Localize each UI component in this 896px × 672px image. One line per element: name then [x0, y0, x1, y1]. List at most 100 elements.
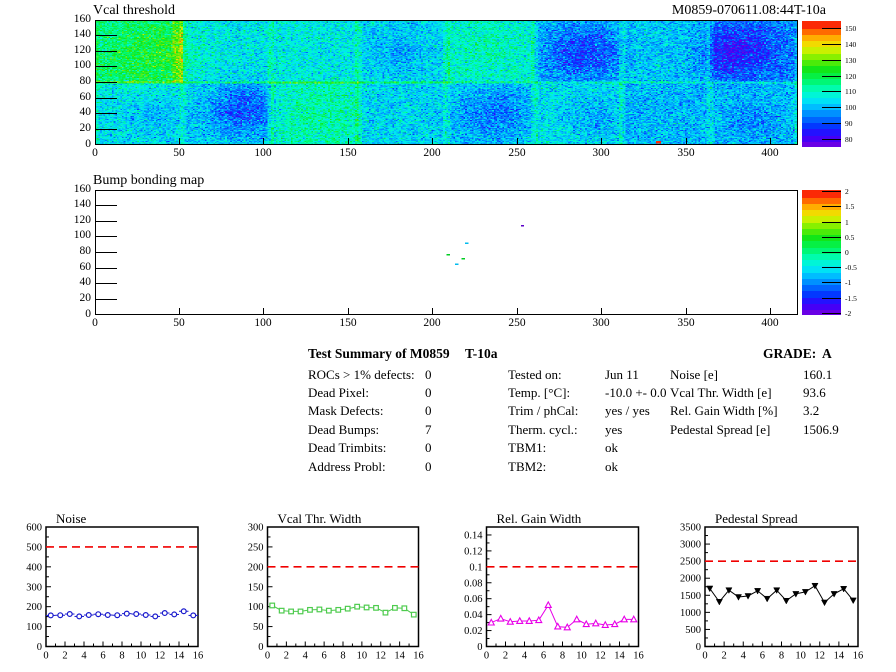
data-point [582, 619, 591, 628]
x-tick-label: 14 [174, 651, 185, 662]
data-point [601, 620, 610, 628]
x-tick-label: 4 [81, 651, 87, 662]
x-tick-label: 10 [576, 651, 587, 662]
data-point [620, 615, 629, 623]
x-tick-label: 14 [614, 651, 625, 662]
data-point [811, 582, 819, 590]
data-point [95, 611, 102, 618]
chart-rel-gain-width: Rel. Gain Width 0 0.02 0.04 0.06 0.08 0.1 0.12 0… [464, 511, 644, 662]
data-point [763, 595, 771, 603]
chart-vcal-thr-width: Vcal Thr. Width 0 50 100 150 200 250 300 0 2 4 6 8 10… [248, 511, 424, 662]
data-point [269, 602, 276, 609]
data-point [190, 612, 197, 619]
data-point [553, 622, 562, 630]
chart-frame [485, 526, 640, 648]
y-tick-label: 250 [248, 542, 264, 553]
data-point [506, 617, 515, 625]
y-tick-label: 1000 [680, 608, 701, 619]
y-tick-label: 500 [26, 542, 42, 553]
x-tick-label: 16 [413, 651, 424, 662]
x-tick-label: 12 [376, 651, 387, 662]
data-point [792, 591, 800, 598]
x-tick-label: 8 [340, 651, 345, 662]
x-tick-label: 14 [834, 651, 845, 662]
x-tick-label: 4 [303, 651, 309, 662]
y-tick-label: 0.02 [464, 626, 482, 637]
y-tick-label: 200 [26, 602, 42, 613]
data-point [515, 616, 524, 624]
data-point [382, 609, 389, 616]
data-point [57, 612, 64, 619]
data-point [410, 611, 417, 618]
x-tick-label: 2 [62, 651, 67, 662]
chart-title: Vcal Thr. Width [278, 511, 362, 526]
y-tick-label: 0.04 [464, 610, 483, 621]
data-point [629, 615, 638, 623]
y-tick-label: 150 [248, 582, 264, 593]
x-tick-label: 2 [503, 651, 508, 662]
x-tick-label: 10 [795, 651, 806, 662]
y-tick-label: 0.12 [464, 546, 482, 557]
x-tick-label: 6 [322, 651, 327, 662]
y-tick-label: 0 [696, 642, 701, 653]
x-tick-label: 0 [484, 651, 489, 662]
data-point [297, 608, 304, 615]
y-tick-label: 50 [253, 622, 264, 633]
data-point [307, 606, 313, 613]
x-tick-label: 6 [760, 651, 765, 662]
data-point [316, 606, 323, 613]
data-point [133, 611, 140, 618]
y-tick-label: 2500 [680, 557, 701, 568]
data-point [66, 611, 73, 618]
chart-title: Rel. Gain Width [497, 511, 582, 526]
x-tick-label: 4 [741, 651, 747, 662]
data-point [782, 597, 790, 605]
x-tick-label: 16 [633, 651, 644, 662]
data-point [373, 604, 379, 611]
data-point [849, 597, 857, 605]
x-tick-label: 8 [560, 651, 565, 662]
y-tick-label: 0.06 [464, 594, 482, 605]
data-point [734, 594, 742, 601]
chart-noise: Noise 0 100 200 300 400 500 600 0 2 4 6 8 10 12 14 16 [26, 511, 203, 662]
data-point [114, 612, 121, 619]
y-tick-label: 0.08 [464, 578, 482, 589]
y-tick-label: 300 [248, 523, 264, 534]
x-tick-label: 8 [119, 651, 124, 662]
y-tick-label: 300 [26, 582, 42, 593]
y-tick-label: 0 [258, 642, 263, 653]
chart-frame [704, 526, 859, 648]
data-point [344, 605, 351, 612]
data-point [496, 614, 505, 622]
x-tick-label: 16 [853, 651, 864, 662]
data-point [142, 612, 149, 619]
data-point [325, 607, 332, 614]
data-point [363, 604, 370, 611]
data-point [715, 599, 723, 606]
data-point [278, 607, 285, 614]
x-tick-label: 2 [284, 651, 289, 662]
y-tick-label: 400 [26, 562, 42, 573]
x-tick-label: 10 [357, 651, 368, 662]
y-tick-label: 500 [685, 625, 701, 636]
data-point [180, 608, 187, 615]
y-tick-label: 100 [26, 622, 42, 633]
data-point [392, 604, 398, 611]
x-tick-label: 0 [265, 651, 270, 662]
chart-title: Pedestal Spread [715, 511, 798, 526]
x-tick-label: 8 [779, 651, 784, 662]
data-point [563, 623, 572, 631]
x-tick-label: 14 [394, 651, 405, 662]
data-point [288, 608, 294, 615]
data-point [572, 615, 581, 623]
x-tick-label: 6 [100, 651, 105, 662]
y-tick-label: 3500 [680, 523, 701, 534]
data-point [821, 599, 829, 607]
x-tick-label: 4 [522, 651, 528, 662]
data-point [104, 612, 111, 619]
trend-charts-layer: Noise01002003004005006000 2 4 6 8 10 12 14 16Vca… [26, 511, 864, 662]
data-point [591, 619, 600, 627]
y-tick-label: 600 [26, 523, 42, 534]
y-tick-label: 0.14 [464, 530, 483, 541]
chart-frame [45, 526, 199, 648]
